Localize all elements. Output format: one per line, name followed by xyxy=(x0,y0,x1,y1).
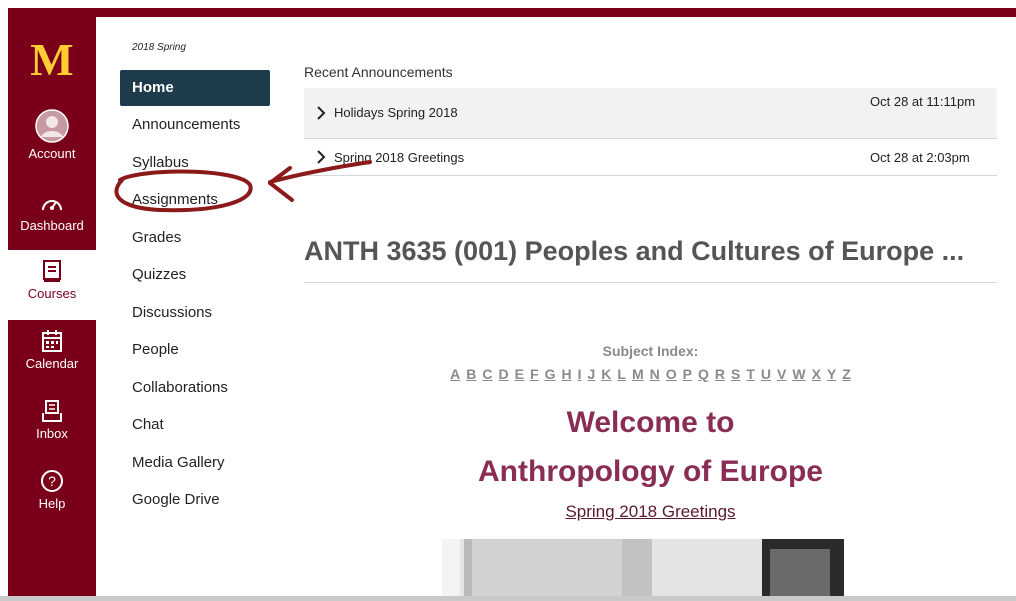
welcome-photo xyxy=(442,539,844,596)
subject-index-letter[interactable]: E xyxy=(515,366,524,382)
greetings-link[interactable]: Spring 2018 Greetings xyxy=(565,502,735,521)
welcome-heading: Welcome to xyxy=(566,406,735,439)
course-nav-home[interactable]: Home xyxy=(120,70,270,106)
university-logo[interactable]: M xyxy=(22,39,82,79)
subject-index-letter[interactable]: U xyxy=(761,366,771,382)
nav-courses[interactable]: Courses xyxy=(8,250,96,320)
subject-index-letter[interactable]: C xyxy=(482,366,492,382)
subject-index-label: Subject Index: xyxy=(602,343,699,359)
title-divider xyxy=(304,282,997,283)
nav-label: Inbox xyxy=(36,426,68,441)
courses-icon xyxy=(43,260,61,282)
subject-index-letter[interactable]: G xyxy=(545,366,556,382)
course-nav-quizzes[interactable]: Quizzes xyxy=(120,256,270,294)
subject-index-letter[interactable]: A xyxy=(450,366,460,382)
svg-text:?: ? xyxy=(48,473,56,489)
annotation-circle-arrow xyxy=(114,160,372,213)
subject-index-letter[interactable]: Y xyxy=(827,366,836,382)
subject-index-letter[interactable]: Q xyxy=(698,366,709,382)
announcement-title[interactable]: Holidays Spring 2018 xyxy=(334,105,458,120)
global-nav: M Account Dashboard Courses Calendar Inb… xyxy=(8,17,96,596)
announcement-date: Oct 28 at 11:11pm xyxy=(870,94,976,109)
subject-index-letter[interactable]: B xyxy=(466,366,476,382)
course-nav-google-drive[interactable]: Google Drive xyxy=(120,481,270,519)
announcement-row[interactable]: Holidays Spring 2018 Oct 28 at 11:11pm xyxy=(304,88,997,139)
subject-index-letter[interactable]: V xyxy=(777,366,786,382)
announcement-row[interactable]: Spring 2018 Greetings Oct 28 at 2:03pm xyxy=(304,139,997,176)
subject-index-letter[interactable]: M xyxy=(632,366,644,382)
announcement-date: Oct 28 at 2:03pm xyxy=(870,150,970,165)
nav-label: Help xyxy=(38,496,66,511)
nav-label: Dashboard xyxy=(20,218,84,233)
greetings-link-wrap: Spring 2018 Greetings xyxy=(304,502,997,522)
course-title: ANTH 3635 (001) Peoples and Cultures of … xyxy=(304,236,965,266)
nav-calendar[interactable]: Calendar xyxy=(8,329,96,371)
subject-index-letter[interactable]: P xyxy=(683,366,692,382)
course-term: 2018 Spring xyxy=(132,42,186,53)
course-nav-discussions[interactable]: Discussions xyxy=(120,294,270,332)
course-nav-collaborations[interactable]: Collaborations xyxy=(120,369,270,407)
subject-index-letter[interactable]: S xyxy=(731,366,740,382)
announcements-list: Holidays Spring 2018 Oct 28 at 11:11pm S… xyxy=(304,88,997,176)
window-frame-bottom xyxy=(0,596,1016,601)
subject-index-letter[interactable]: D xyxy=(499,366,509,382)
nav-label: Calendar xyxy=(25,356,79,371)
dashboard-icon xyxy=(42,200,62,211)
subject-index-letter[interactable]: T xyxy=(746,366,755,382)
subject-index-letter[interactable]: K xyxy=(601,366,611,382)
calendar-icon xyxy=(42,330,62,352)
subject-index-letters: ABCDEFGHIJKLMNOPQRSTUVWXYZ xyxy=(304,366,997,382)
top-brand-bar xyxy=(8,8,1016,17)
subject-index-letter[interactable]: X xyxy=(812,366,821,382)
subject-index-letter[interactable]: N xyxy=(650,366,660,382)
subject-index-letter[interactable]: L xyxy=(617,366,626,382)
subject-index-letter[interactable]: R xyxy=(715,366,725,382)
nav-inbox[interactable]: Inbox xyxy=(8,399,96,441)
subject-index-letter[interactable]: Z xyxy=(842,366,851,382)
subject-index-letter[interactable]: J xyxy=(587,366,595,382)
subject-index-letter[interactable]: O xyxy=(666,366,677,382)
course-nav-people[interactable]: People xyxy=(120,331,270,369)
nav-dashboard[interactable]: Dashboard xyxy=(8,193,96,233)
subject-index-letter[interactable]: H xyxy=(561,366,571,382)
subject-index-letter[interactable]: F xyxy=(530,366,539,382)
nav-help[interactable]: ? Help xyxy=(8,469,96,511)
recent-announcements-heading: Recent Announcements xyxy=(304,64,453,80)
inbox-icon xyxy=(42,400,62,422)
account-icon xyxy=(35,109,69,143)
course-nav: Home Announcements Syllabus Assignments … xyxy=(120,70,270,519)
nav-account[interactable]: Account xyxy=(8,109,96,161)
nav-label: Courses xyxy=(27,286,77,301)
welcome-subheading: Anthropology of Europe xyxy=(478,455,823,488)
chevron-right-icon[interactable] xyxy=(316,106,326,120)
course-nav-announcements[interactable]: Announcements xyxy=(120,106,270,144)
nav-label: Account xyxy=(28,146,76,161)
course-nav-media-gallery[interactable]: Media Gallery xyxy=(120,444,270,482)
course-nav-chat[interactable]: Chat xyxy=(120,406,270,444)
subject-index-letter[interactable]: I xyxy=(578,366,582,382)
help-icon: ? xyxy=(41,470,63,492)
svg-text:M: M xyxy=(30,39,73,79)
subject-index-letter[interactable]: W xyxy=(792,366,805,382)
